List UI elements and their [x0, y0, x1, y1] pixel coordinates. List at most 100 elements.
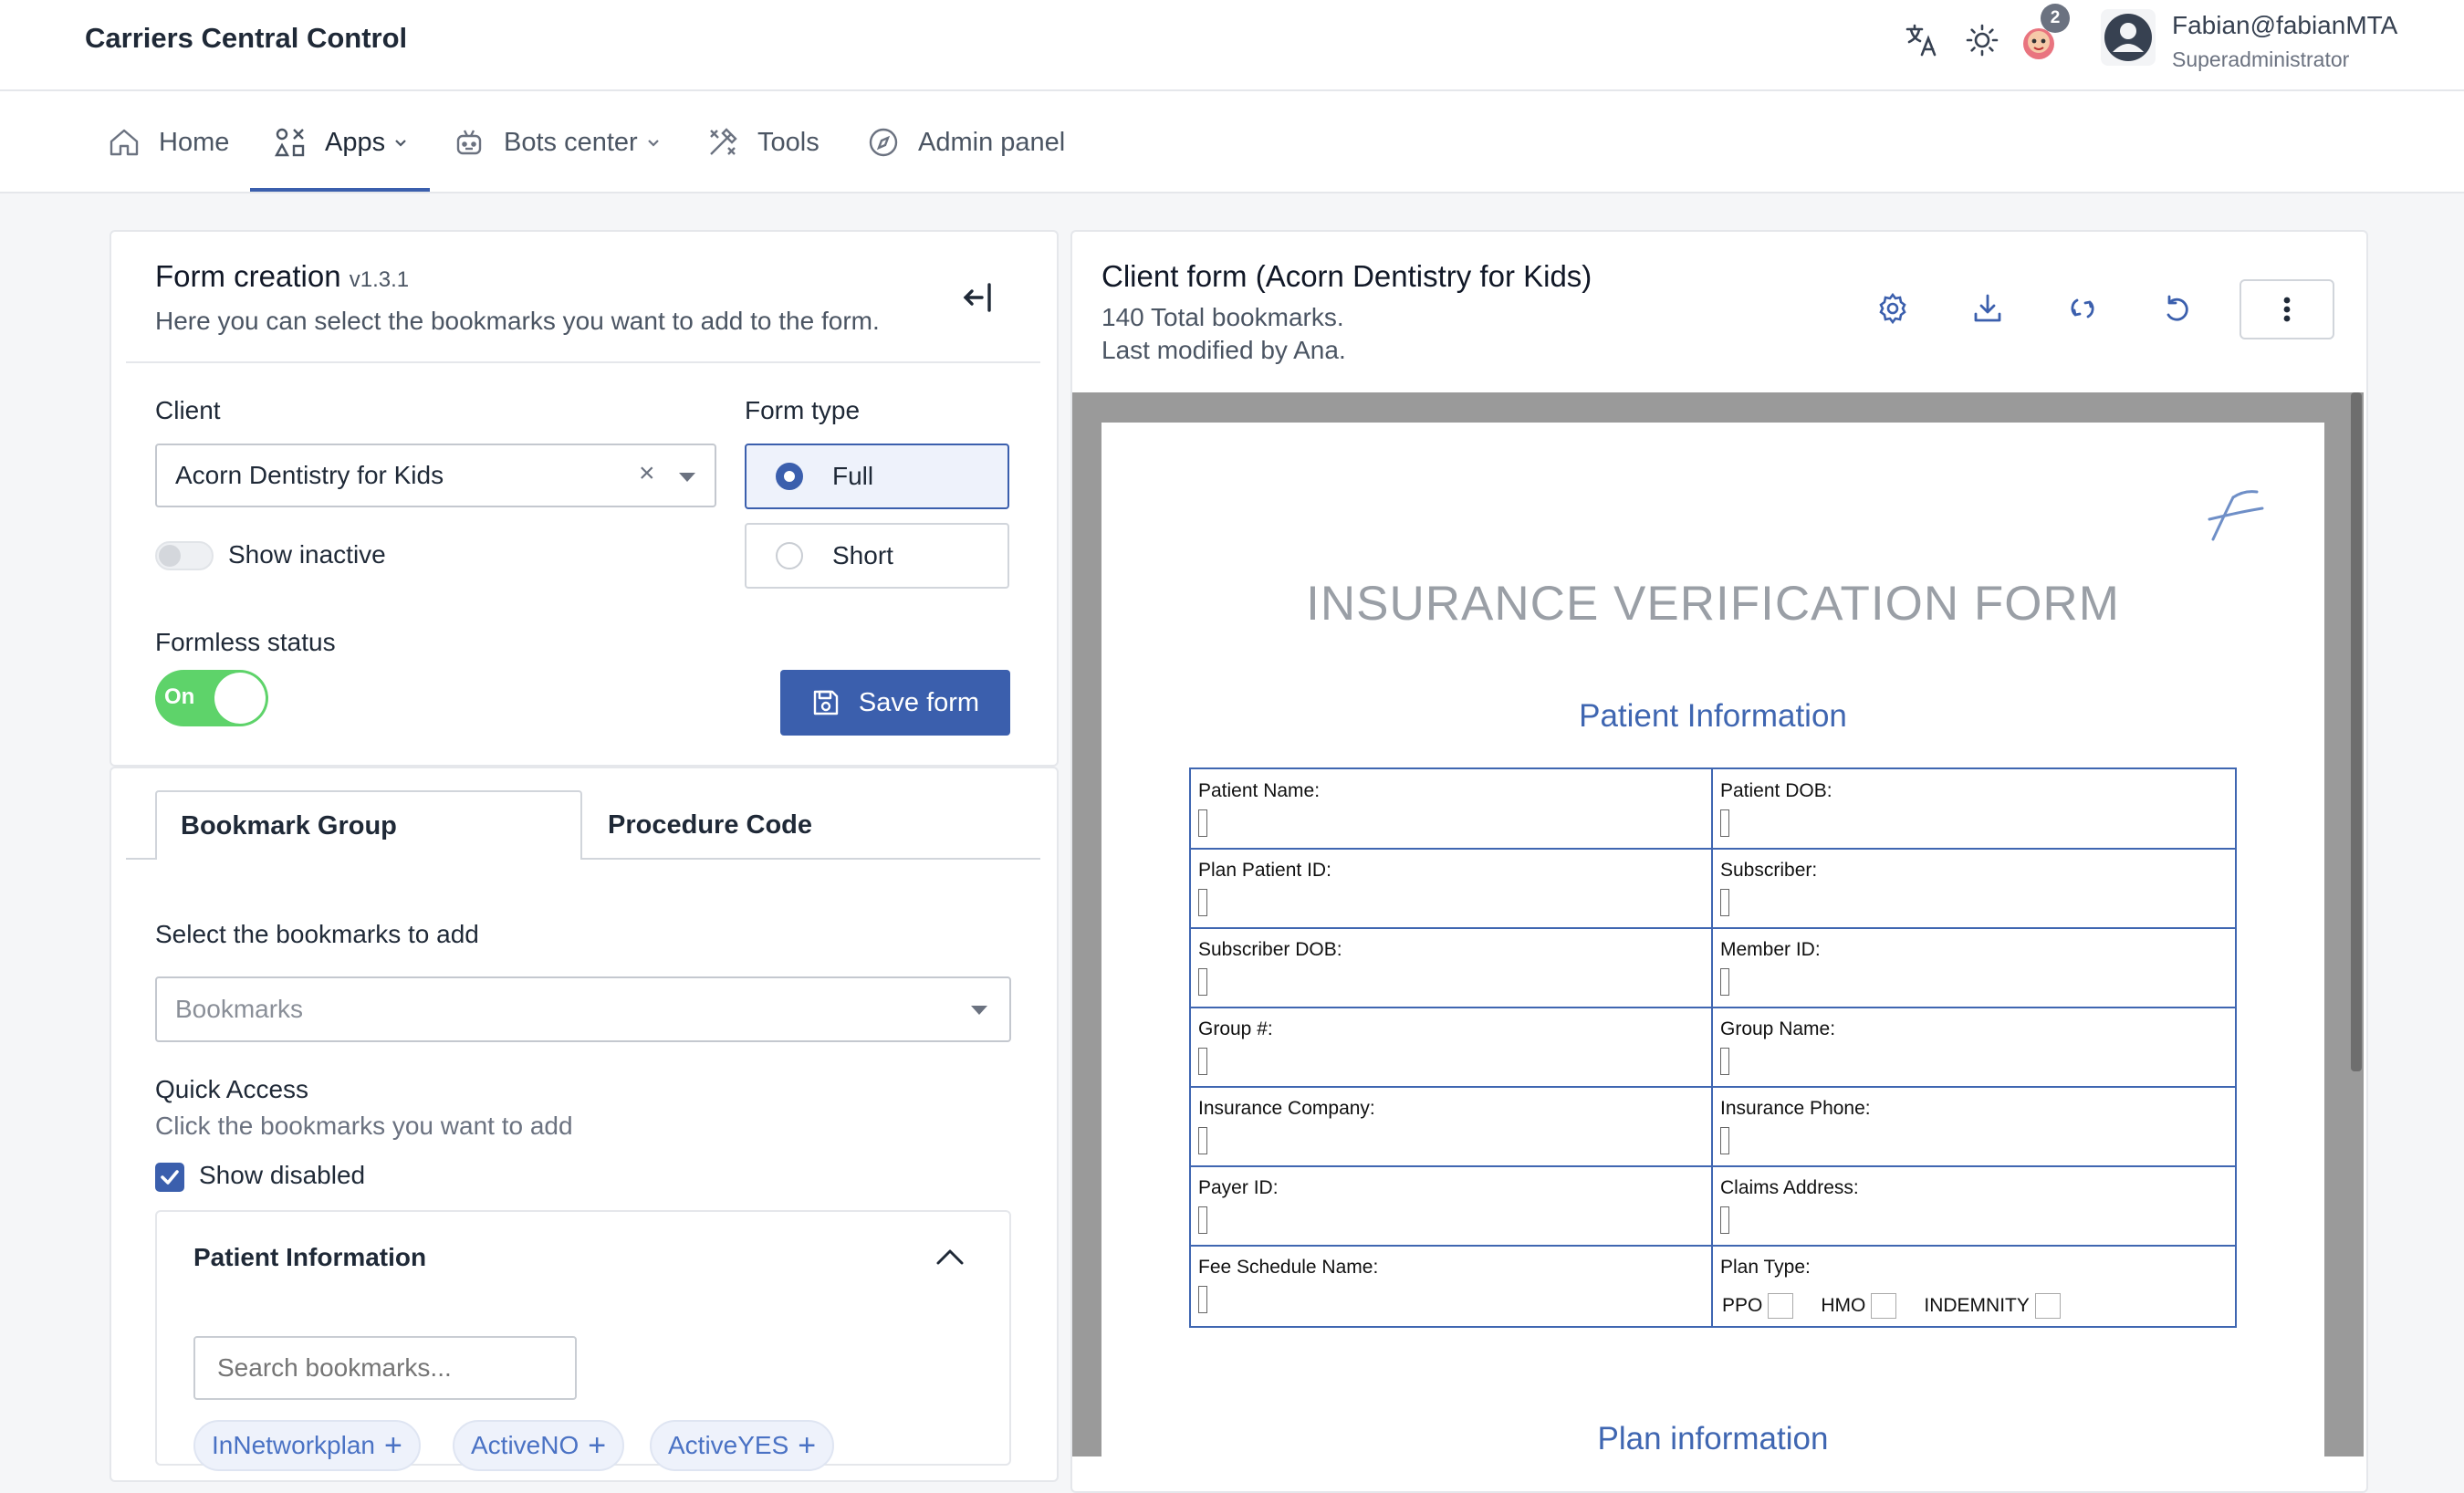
client-select[interactable]: Acorn Dentistry for Kids × — [155, 444, 716, 507]
plan-type-checkbox[interactable] — [1768, 1293, 1794, 1319]
form-field[interactable] — [1720, 889, 1729, 916]
theme-sun-icon[interactable] — [1964, 22, 2000, 58]
cell-label: Subscriber: — [1720, 860, 1818, 881]
download-icon[interactable] — [1968, 288, 2008, 329]
formless-status-label: Formless status — [155, 628, 336, 656]
form-type-full-label: Full — [832, 462, 874, 490]
table-cell[interactable]: Subscriber: — [1713, 849, 2235, 927]
more-options-button[interactable] — [2240, 279, 2334, 339]
form-field[interactable] — [1198, 809, 1207, 837]
cell-label: Insurance Company: — [1198, 1098, 1375, 1119]
clear-icon[interactable]: × — [639, 458, 655, 489]
viewer-scrollbar[interactable] — [2351, 392, 2362, 1071]
search-bookmarks-input[interactable] — [193, 1336, 577, 1400]
bookmark-chip[interactable]: InNetworkplan + — [193, 1420, 421, 1471]
collapse-panel-icon[interactable] — [958, 277, 998, 318]
client-label: Client — [155, 396, 221, 424]
table-cell[interactable]: Subscriber DOB: — [1191, 928, 1711, 1007]
form-field[interactable] — [1198, 1048, 1207, 1075]
document-section-title: Plan information — [1597, 1421, 1829, 1456]
dropdown-caret-icon[interactable] — [971, 1006, 987, 1015]
nav-admin-label: Admin panel — [918, 127, 1066, 157]
nav-bots-center[interactable]: Bots center — [453, 124, 662, 161]
select-bookmarks-label: Select the bookmarks to add — [155, 920, 479, 948]
form-field[interactable] — [1720, 1127, 1729, 1154]
form-field[interactable] — [1198, 1127, 1207, 1154]
table-cell[interactable]: Patient Name: — [1191, 769, 1711, 848]
cell-label: Group Name: — [1720, 1018, 1836, 1039]
radio-unchecked-icon — [776, 542, 803, 569]
nav-home[interactable]: Home — [108, 124, 229, 161]
tab-procedure-code[interactable]: Procedure Code — [584, 790, 858, 860]
version-label: v1.3.1 — [349, 267, 410, 292]
nav-admin-panel[interactable]: Admin panel — [867, 124, 1065, 161]
cell-label: Plan Type: — [1720, 1257, 1811, 1278]
table-cell[interactable]: Patient DOB: — [1713, 769, 2235, 848]
show-inactive-label: Show inactive — [228, 540, 386, 569]
form-field[interactable] — [1198, 1206, 1207, 1234]
table-cell[interactable]: Plan Patient ID: — [1191, 849, 1711, 927]
plan-type-checkbox[interactable] — [1871, 1293, 1897, 1319]
undo-icon[interactable] — [2157, 288, 2198, 329]
avatar[interactable] — [2101, 9, 2156, 66]
table-cell[interactable]: Insurance Company: — [1191, 1087, 1711, 1165]
bookmarks-select[interactable]: Bookmarks — [155, 976, 1011, 1042]
toggle-on-text: On — [164, 684, 195, 709]
form-type-short-label: Short — [832, 541, 893, 569]
tab-bookmark-group[interactable]: Bookmark Group — [155, 790, 582, 860]
document-page: INSURANCE VERIFICATION FORM Patient Info… — [1101, 423, 2324, 1456]
table-cell-plan-type: Plan Type: PPO HMO INDEMNITY — [1713, 1246, 2235, 1326]
form-type-full-radio[interactable]: Full — [745, 444, 1009, 509]
show-inactive-toggle[interactable] — [155, 541, 214, 570]
form-type-short-radio[interactable]: Short — [745, 523, 1009, 589]
show-disabled-checkbox[interactable] — [155, 1163, 184, 1192]
form-field[interactable] — [1198, 889, 1207, 916]
chevron-up-icon[interactable] — [934, 1247, 966, 1271]
nav-apps[interactable]: Apps — [274, 124, 409, 161]
table-cell[interactable]: Insurance Phone: — [1713, 1087, 2235, 1165]
bookmark-chip[interactable]: ActiveYES + — [650, 1420, 835, 1471]
formless-status-toggle[interactable]: On — [155, 670, 268, 726]
cell-label: Member ID: — [1720, 939, 1821, 960]
form-field[interactable] — [1198, 1286, 1207, 1313]
plan-type-label: PPO — [1722, 1295, 1763, 1316]
dropdown-caret-icon[interactable] — [679, 473, 695, 482]
nav-tools[interactable]: Tools — [706, 124, 820, 161]
last-modified: Last modified by Ana. — [1101, 336, 1346, 364]
form-field[interactable] — [1720, 809, 1729, 837]
save-form-button[interactable]: Save form — [780, 670, 1010, 736]
nav-bots-label: Bots center — [504, 127, 638, 157]
notification-badge: 2 — [2041, 4, 2070, 33]
user-name[interactable]: Fabian@fabianMTA — [2172, 11, 2397, 40]
accordion-title[interactable]: Patient Information — [193, 1243, 426, 1272]
cell-label: Claims Address: — [1720, 1177, 1859, 1198]
table-cell[interactable]: Member ID: — [1713, 928, 2235, 1007]
chip-label: ActiveYES — [668, 1431, 789, 1459]
chip-label: InNetworkplan — [212, 1431, 375, 1459]
nav-home-label: Home — [159, 127, 230, 157]
form-field[interactable] — [1720, 1206, 1729, 1234]
document-section-title: Patient Information — [1579, 698, 1847, 734]
table-cell[interactable]: Group Name: — [1713, 1008, 2235, 1086]
table-cell[interactable]: Group #: — [1191, 1008, 1711, 1086]
cell-label: Insurance Phone: — [1720, 1098, 1871, 1119]
toggle-knob — [214, 673, 266, 724]
main-nav: Home Apps Bots center Tools Admin panel — [0, 91, 2464, 193]
translate-icon[interactable] — [1904, 22, 1940, 58]
table-cell[interactable]: Fee Schedule Name: — [1191, 1246, 1711, 1326]
form-field[interactable] — [1720, 968, 1729, 996]
table-cell[interactable]: Claims Address: — [1713, 1166, 2235, 1245]
apps-icon — [274, 128, 305, 157]
form-field[interactable] — [1720, 1048, 1729, 1075]
sync-icon[interactable] — [2062, 288, 2103, 329]
plan-type-options: PPO HMO INDEMNITY — [1722, 1293, 2088, 1319]
cell-label: Group #: — [1198, 1018, 1273, 1039]
total-bookmarks: 140 Total bookmarks. — [1101, 303, 1344, 331]
bookmark-chip[interactable]: ActiveNO + — [453, 1420, 625, 1471]
settings-gear-icon[interactable] — [1873, 288, 1913, 329]
table-cell[interactable]: Payer ID: — [1191, 1166, 1711, 1245]
plan-type-checkbox[interactable] — [2034, 1293, 2061, 1319]
top-header: Carriers Central Control 2 Fabian@fabian… — [0, 0, 2464, 91]
form-field[interactable] — [1198, 968, 1207, 996]
tab-procedure-code-label: Procedure Code — [608, 809, 812, 840]
